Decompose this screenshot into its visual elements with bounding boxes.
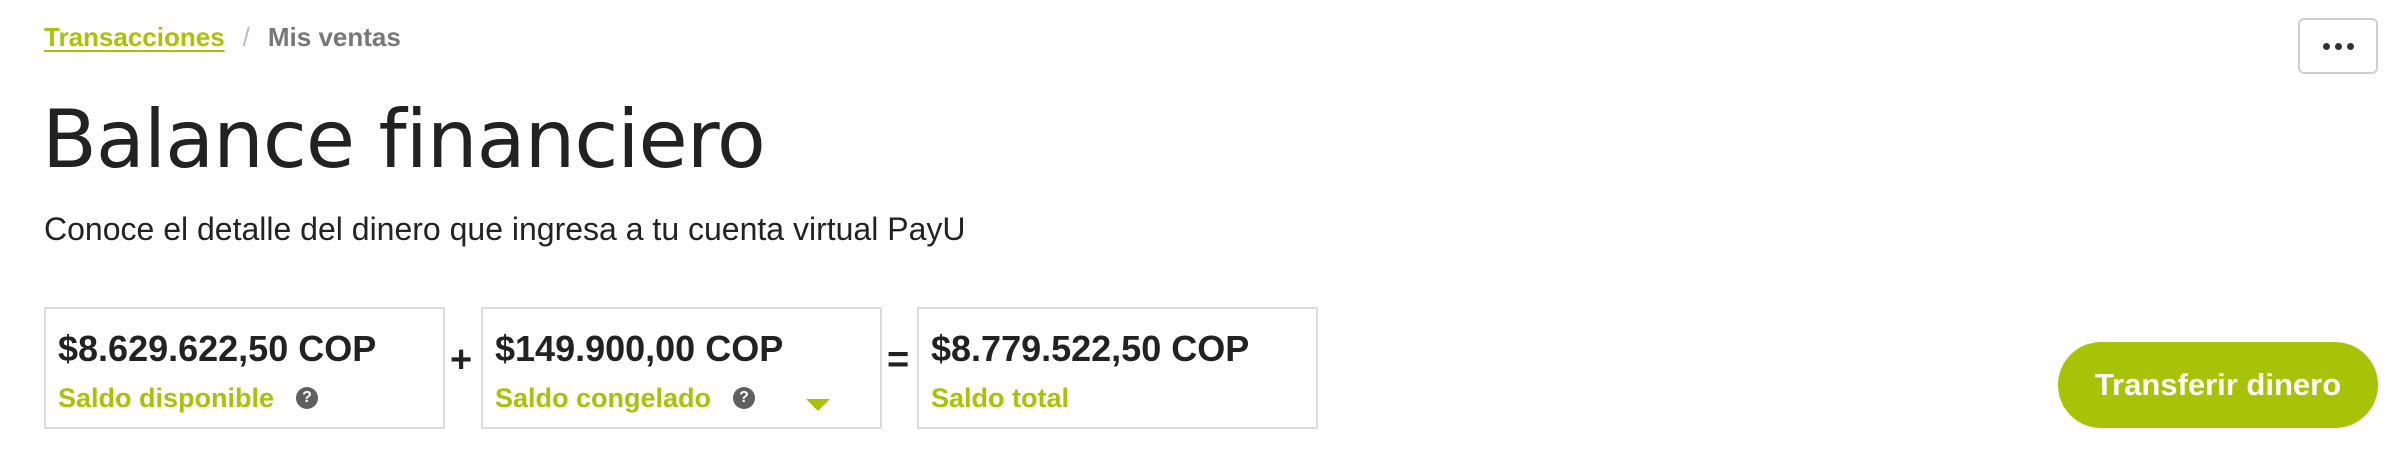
available-balance-label-row: Saldo disponible ?	[58, 381, 319, 415]
total-balance-label-row: Saldo total	[931, 381, 1069, 415]
breadcrumb: Transacciones / Mis ventas	[44, 20, 401, 54]
transfer-money-button[interactable]: Transferir dinero	[2058, 342, 2378, 428]
breadcrumb-separator: /	[242, 22, 250, 52]
more-horizontal-icon	[2322, 42, 2354, 50]
total-balance-label: Saldo total	[931, 383, 1070, 413]
frozen-balance-card[interactable]: $149.900,00 COP Saldo congelado ?	[481, 307, 882, 429]
help-icon[interactable]: ?	[296, 387, 319, 409]
help-icon[interactable]: ?	[733, 387, 756, 409]
frozen-balance-amount: $149.900,00 COP	[495, 328, 784, 369]
page-title: Balance financiero	[42, 93, 766, 186]
frozen-balance-label: Saldo congelado	[495, 383, 712, 413]
available-balance-amount: $8.629.622,50 COP	[58, 328, 377, 369]
available-balance-card: $8.629.622,50 COP Saldo disponible ?	[44, 307, 445, 429]
caret-down-icon[interactable]	[806, 399, 830, 411]
plus-operator: +	[450, 339, 473, 381]
frozen-balance-label-row: Saldo congelado ?	[495, 381, 756, 415]
equals-operator: =	[887, 339, 910, 381]
page-subtitle: Conoce el detalle del dinero que ingresa…	[44, 211, 966, 247]
breadcrumb-link-transacciones[interactable]: Transacciones	[44, 20, 225, 54]
total-balance-card: $8.779.522,50 COP Saldo total	[917, 307, 1318, 429]
total-balance-amount: $8.779.522,50 COP	[931, 328, 1250, 369]
more-options-button[interactable]	[2298, 18, 2378, 74]
financial-balance-page: Transacciones / Mis ventas Balance finan…	[0, 0, 2406, 456]
breadcrumb-current-mis-ventas: Mis ventas	[267, 22, 401, 52]
available-balance-label: Saldo disponible	[58, 383, 275, 413]
